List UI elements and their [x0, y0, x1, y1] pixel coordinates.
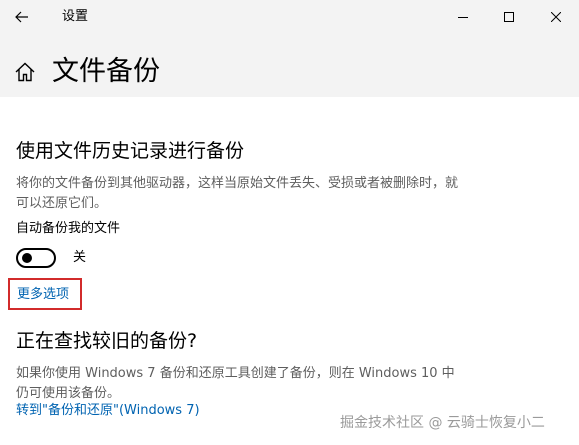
maximize-icon: [504, 12, 514, 22]
close-button[interactable]: [533, 0, 579, 34]
more-options-link[interactable]: 更多选项: [17, 286, 69, 304]
page-title: 文件备份: [52, 56, 160, 87]
older-backup-heading: 正在查找较旧的备份?: [16, 330, 198, 352]
minimize-icon: [458, 17, 468, 18]
more-options-highlight: 更多选项: [8, 278, 82, 310]
minimize-button[interactable]: [440, 0, 486, 34]
back-button[interactable]: [10, 5, 34, 29]
toggle-state-text: 关: [73, 250, 87, 265]
older-backup-description: 如果你使用 Windows 7 备份和还原工具创建了备份，则在 Windows …: [16, 366, 455, 401]
home-icon: [15, 62, 35, 82]
maximize-button[interactable]: [486, 0, 532, 34]
auto-backup-toggle[interactable]: [16, 248, 56, 268]
backup-restore-link[interactable]: 转到"备份和还原"(Windows 7): [16, 401, 200, 421]
toggle-knob: [22, 253, 32, 263]
window-title: 设置: [62, 9, 89, 24]
watermark: 掘金技术社区 @ 云骑士恢复小二: [340, 415, 545, 431]
settings-window: 设置 文件备份 使用文件历史记录进行备份 将你的文件备份到其他驱动器，这样当原始…: [0, 0, 579, 445]
file-history-description: 将你的文件备份到其他驱动器，这样当原始文件丢失、受损或者被删除时，就可以还原它们…: [16, 176, 459, 211]
home-button[interactable]: [14, 61, 36, 83]
file-history-heading: 使用文件历史记录进行备份: [16, 140, 245, 162]
back-arrow-icon: [15, 11, 28, 23]
auto-backup-label: 自动备份我的文件: [16, 221, 121, 236]
close-icon: [551, 12, 561, 22]
title-bar: 设置: [0, 0, 579, 34]
